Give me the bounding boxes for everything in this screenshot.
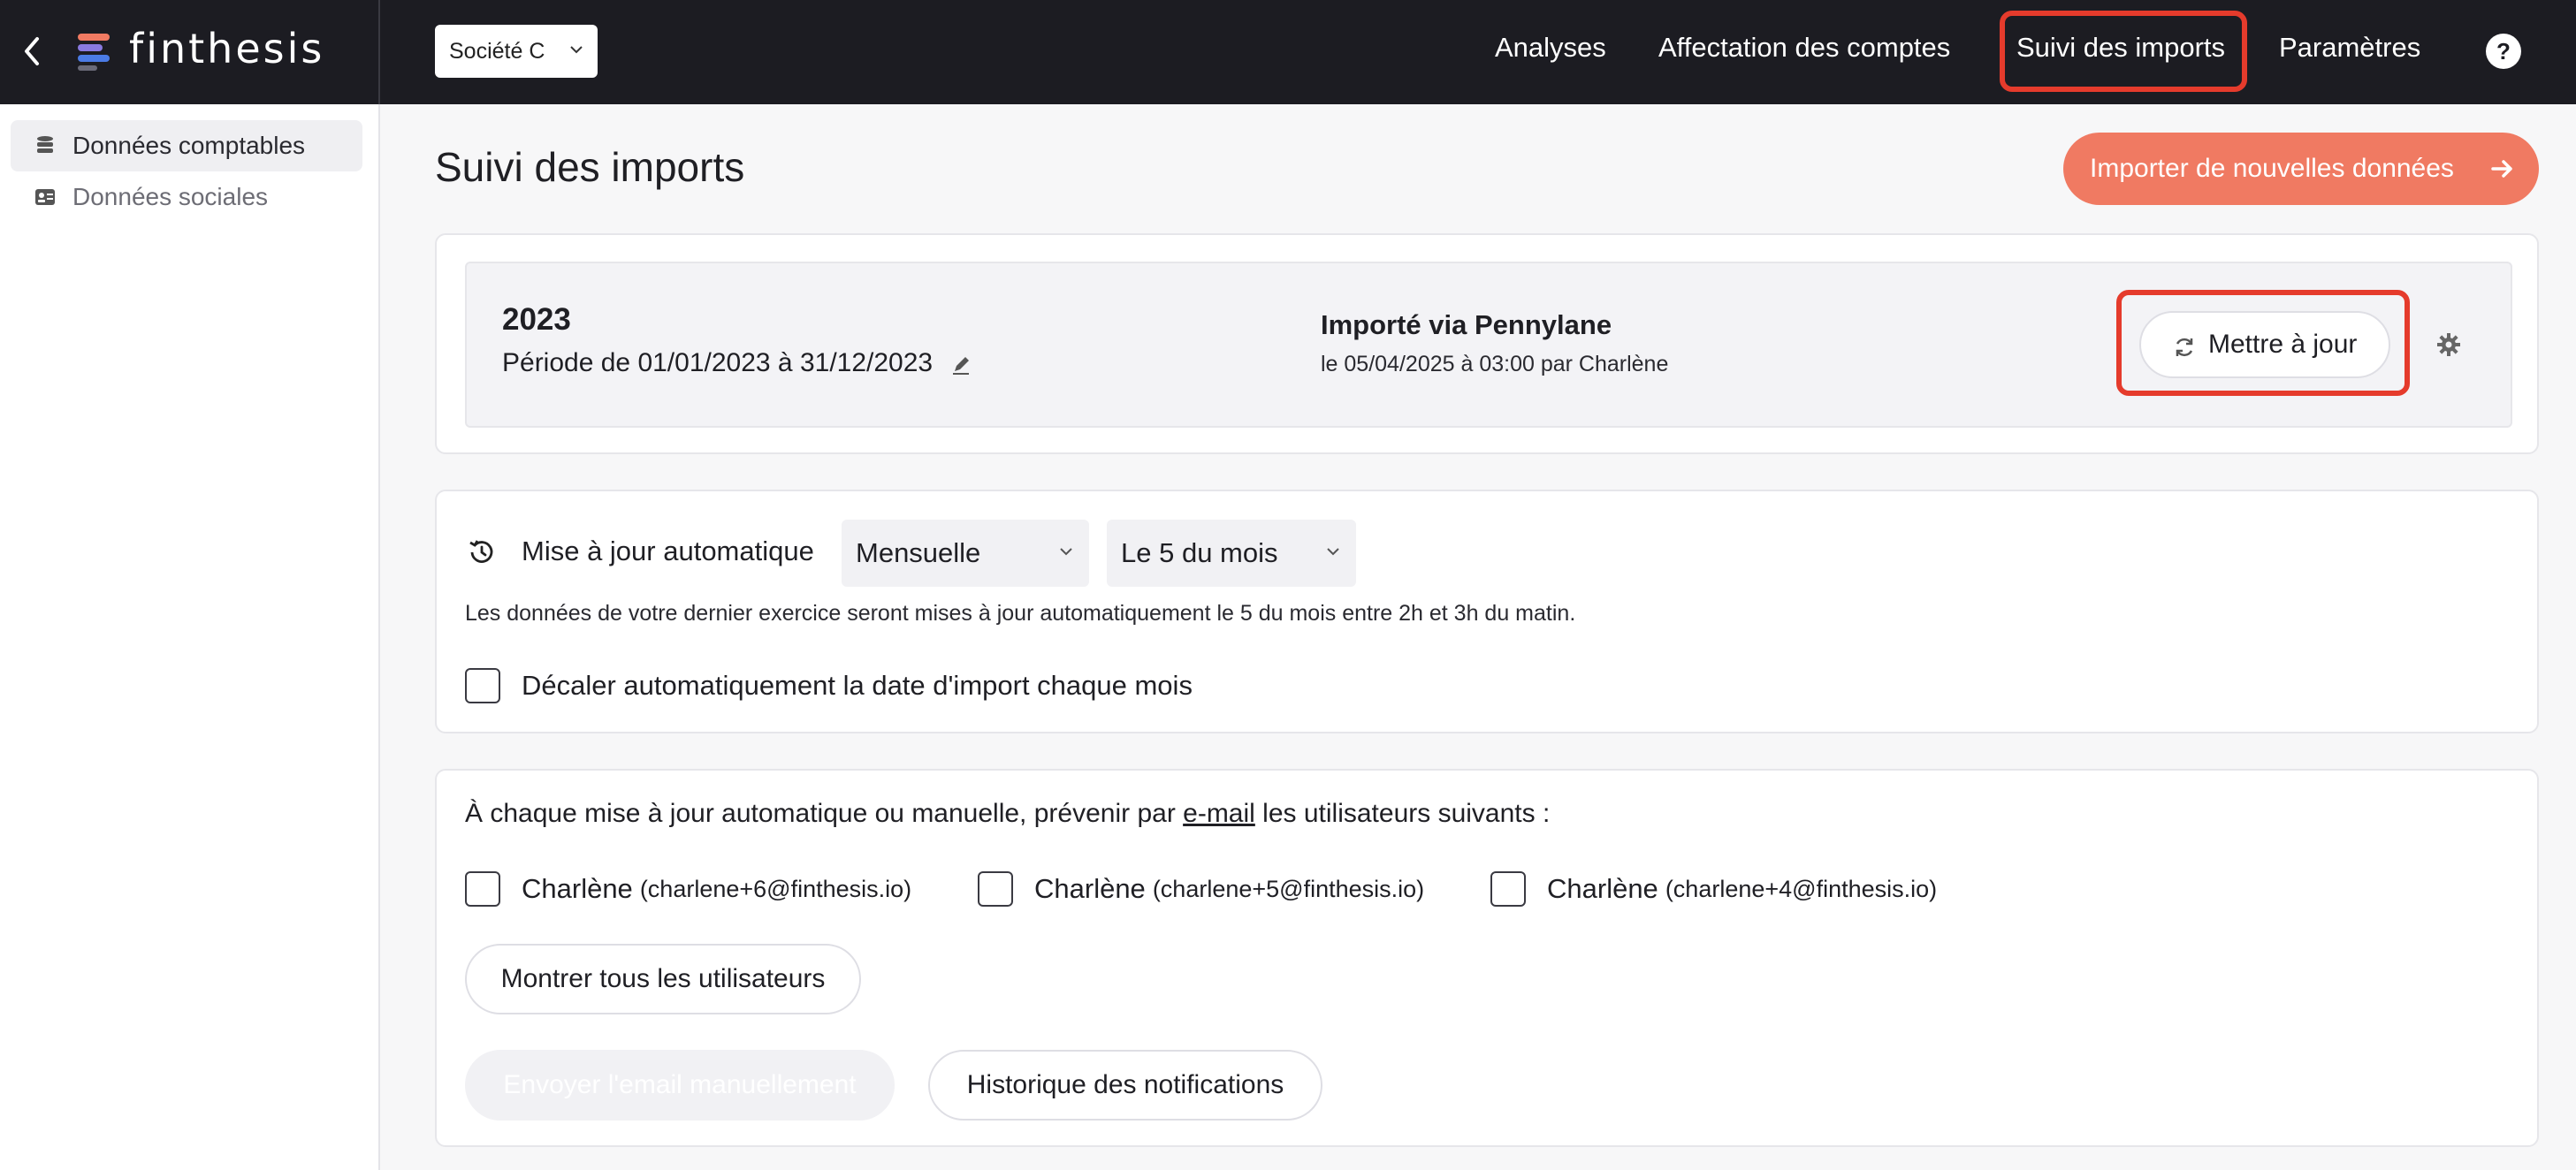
show-all-users-button[interactable]: Montrer tous les utilisateurs: [465, 944, 861, 1014]
nav-analyses[interactable]: Analyses: [1495, 32, 1606, 64]
user-email: (charlene+6@finthesis.io): [639, 875, 912, 902]
user-option: Charlène (charlene+5@finthesis.io): [978, 870, 1424, 908]
sidebar-item-label: Données comptables: [72, 132, 306, 159]
sidebar: Données comptables Données sociales: [0, 104, 380, 1170]
back-arrow-icon[interactable]: [19, 34, 46, 69]
imported-via: Importé via Pennylane: [1321, 309, 1612, 340]
company-select-value: Société C: [449, 38, 545, 64]
chevron-down-icon: [1060, 548, 1072, 556]
sidebar-item-label: Données sociales: [72, 183, 269, 210]
chevron-down-icon: [570, 46, 583, 54]
auto-update-description: Les données de votre dernier exercice se…: [465, 601, 1576, 626]
user-checkbox[interactable]: [465, 871, 500, 907]
day-select-value: Le 5 du mois: [1121, 537, 1278, 568]
page-title: Suivi des imports: [435, 144, 745, 190]
top-bar: finthesis Société C Analyses Affectation…: [0, 0, 2576, 104]
day-select[interactable]: Le 5 du mois: [1107, 520, 1356, 587]
user-name: Charlène: [1034, 873, 1146, 904]
import-new-data-button[interactable]: Importer de nouvelles données: [2063, 133, 2539, 205]
user-option: Charlène (charlene+4@finthesis.io): [1490, 870, 1937, 908]
update-button[interactable]: Mettre à jour: [2139, 311, 2390, 378]
frequency-select-value: Mensuelle: [856, 537, 981, 568]
nav-affectation-comptes[interactable]: Affectation des comptes: [1658, 32, 1950, 64]
nav-suivi-imports[interactable]: Suivi des imports: [2016, 32, 2225, 64]
import-button-label: Importer de nouvelles données: [2090, 154, 2454, 183]
arrow-right-icon: [2491, 160, 2512, 178]
notify-text-before: À chaque mise à jour automatique ou manu…: [465, 799, 1184, 828]
help-icon[interactable]: ?: [2486, 34, 2521, 69]
user-option: Charlène (charlene+6@finthesis.io): [465, 870, 911, 908]
company-select[interactable]: Société C: [435, 25, 598, 78]
email-link[interactable]: e-mail: [1183, 799, 1255, 828]
notify-text-after: les utilisateurs suivants :: [1254, 799, 1551, 828]
sidebar-item-donnees-comptables[interactable]: Données comptables: [11, 120, 362, 171]
send-email-button[interactable]: Envoyer l'email manuellement: [465, 1050, 895, 1121]
history-clock-icon: [469, 540, 493, 563]
edit-pencil-icon[interactable]: [951, 355, 972, 376]
period-range: Période de 01/01/2023 à 31/12/2023: [502, 348, 934, 377]
user-email: (charlene+5@finthesis.io): [1152, 875, 1425, 902]
shift-date-checkbox[interactable]: [465, 668, 500, 703]
shift-date-label: Décaler automatiquement la date d'import…: [522, 670, 1193, 701]
user-name: Charlène: [522, 873, 633, 904]
user-email: (charlene+4@finthesis.io): [1665, 875, 1938, 902]
period-year: 2023: [502, 302, 571, 337]
notify-description: À chaque mise à jour automatique ou manu…: [465, 799, 1550, 829]
notification-history-button[interactable]: Historique des notifications: [928, 1050, 1322, 1121]
imported-date: le 05/04/2025 à 03:00 par Charlène: [1321, 352, 1669, 376]
frequency-select[interactable]: Mensuelle: [842, 520, 1089, 587]
refresh-icon: [2176, 338, 2193, 357]
user-checkbox[interactable]: [1490, 871, 1526, 907]
chevron-down-icon: [1327, 548, 1339, 556]
brand-area: finthesis: [0, 0, 380, 104]
period-box: 2023 Période de 01/01/2023 à 31/12/2023 …: [465, 262, 2512, 428]
brand-name: finthesis: [129, 25, 325, 72]
notifications-card: À chaque mise à jour automatique ou manu…: [435, 769, 2539, 1147]
update-button-label: Mettre à jour: [2208, 330, 2358, 359]
sidebar-item-donnees-sociales[interactable]: Données sociales: [11, 171, 362, 223]
auto-update-label: Mise à jour automatique: [522, 536, 814, 566]
nav-parametres[interactable]: Paramètres: [2279, 32, 2420, 64]
period-card: 2023 Période de 01/01/2023 à 31/12/2023 …: [435, 233, 2539, 454]
id-card-icon: [35, 189, 55, 205]
finthesis-logo-icon: [78, 34, 110, 71]
database-icon: [37, 136, 53, 153]
gear-icon[interactable]: [2436, 332, 2461, 357]
user-name: Charlène: [1547, 873, 1658, 904]
user-checkbox[interactable]: [978, 871, 1013, 907]
auto-update-card: Mise à jour automatique Mensuelle Le 5 d…: [435, 490, 2539, 733]
